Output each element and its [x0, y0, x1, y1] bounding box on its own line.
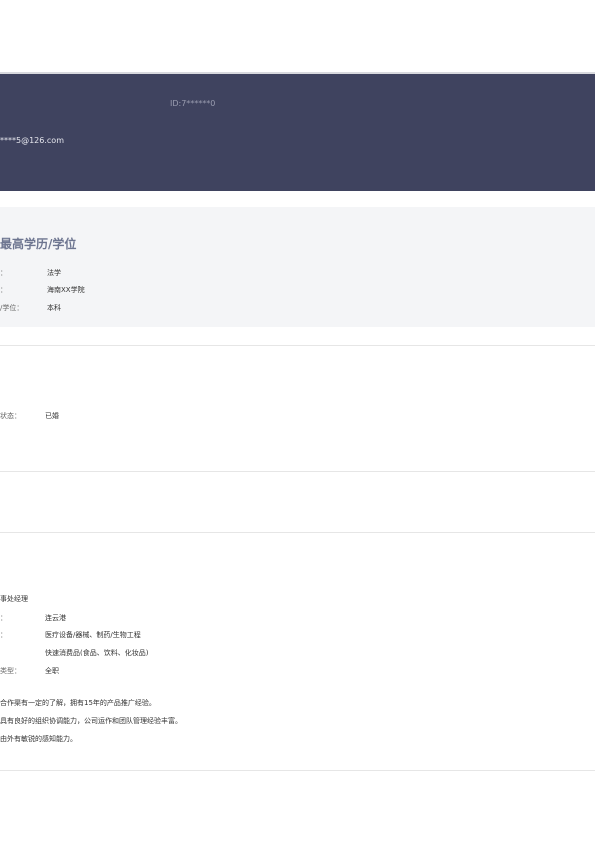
- education-title: 最高学历/学位: [0, 237, 77, 251]
- divider: [0, 770, 595, 771]
- education-label-school: ：: [0, 286, 7, 294]
- education-value-major: 法学: [47, 269, 61, 277]
- education-section: 最高学历/学位 ： 法学 ： 海南XX学院 /学位： 本科: [0, 207, 595, 327]
- intention-position: 事处经理: [0, 595, 28, 603]
- divider: [0, 471, 595, 472]
- education-value-degree: 本科: [47, 304, 61, 312]
- intention-label-type: 类型：: [0, 667, 21, 675]
- intention-value-city: 连云港: [45, 614, 66, 622]
- education-label-major: ：: [0, 269, 7, 277]
- description-line-1: 合作渠有一定的了解，拥有15年的产品推广经验。: [0, 699, 156, 707]
- divider: [0, 345, 595, 346]
- description-line-2: 具有良好的组织协调能力，公司运作和团队管理经验丰富。: [0, 717, 182, 725]
- education-label-degree: /学位：: [0, 304, 24, 312]
- intention-label-city: ：: [0, 614, 7, 622]
- marital-status-label: 状态：: [0, 412, 21, 420]
- intention-value-industry-2: 快速消费品(食品、饮料、化妆品): [45, 649, 149, 657]
- intention-value-type: 全职: [45, 667, 59, 675]
- profile-email: ****5@126.com: [0, 136, 64, 145]
- profile-header: ID:7******0 ****5@126.com: [0, 72, 595, 191]
- marital-status-value: 已婚: [45, 412, 59, 420]
- divider: [0, 532, 595, 533]
- intention-label-industry: ：: [0, 631, 7, 639]
- profile-id: ID:7******0: [170, 99, 216, 108]
- education-value-school: 海南XX学院: [47, 286, 85, 294]
- description-line-3: 由外有敏锐的感知能力。: [0, 735, 77, 743]
- intention-value-industry-1: 医疗设备/器械、制药/生物工程: [45, 631, 141, 639]
